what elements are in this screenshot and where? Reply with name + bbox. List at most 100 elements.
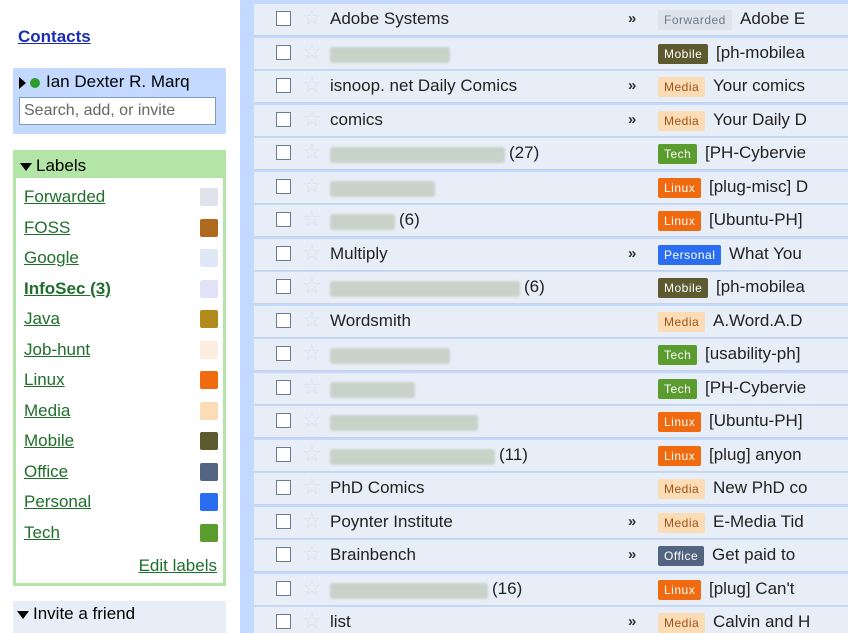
edit-labels-link[interactable]: Edit labels (139, 556, 217, 576)
label-color-swatch[interactable] (200, 249, 218, 267)
star-icon[interactable]: ☆ (302, 206, 322, 232)
message-checkbox[interactable] (276, 11, 291, 26)
label-color-swatch[interactable] (200, 432, 218, 450)
label-color-swatch[interactable] (200, 340, 218, 359)
label-item[interactable]: Mobile (24, 429, 220, 453)
star-icon[interactable]: ☆ (302, 307, 322, 333)
star-icon[interactable]: ☆ (302, 508, 322, 534)
label-item[interactable]: FOSS (24, 216, 220, 240)
star-icon[interactable]: ☆ (302, 240, 322, 266)
star-icon[interactable]: ☆ (302, 106, 322, 132)
message-checkbox[interactable] (276, 580, 291, 596)
label-badge[interactable]: Media (658, 311, 706, 332)
message-checkbox[interactable] (276, 413, 291, 428)
label-badge[interactable]: Media (658, 512, 706, 533)
label-color-swatch[interactable] (200, 371, 218, 389)
label-item[interactable]: Forwarded (24, 185, 220, 209)
label-badge[interactable]: Personal (658, 244, 722, 265)
star-icon[interactable]: ☆ (302, 541, 322, 567)
label-badge[interactable]: Office (658, 546, 705, 566)
label-badge[interactable]: Linux (658, 211, 702, 231)
message-row[interactable]: ☆ Tech [PH-Cybervie (254, 372, 848, 405)
label-name[interactable]: Java (24, 309, 60, 328)
message-checkbox[interactable] (276, 379, 291, 395)
message-checkbox[interactable] (276, 145, 291, 160)
message-checkbox[interactable] (276, 312, 291, 328)
message-row[interactable]: ☆ Linux [Ubuntu-PH] (254, 406, 848, 438)
message-checkbox[interactable] (276, 547, 291, 562)
message-row[interactable]: ☆ Linux [plug-misc] D (254, 171, 848, 204)
message-checkbox[interactable] (276, 614, 291, 629)
star-icon[interactable]: ☆ (302, 575, 322, 601)
label-badge[interactable]: Linux (658, 177, 702, 198)
label-color-swatch[interactable] (200, 279, 218, 298)
current-user-row[interactable]: Ian Dexter R. Marq (19, 72, 224, 94)
label-color-swatch[interactable] (200, 188, 218, 206)
star-icon[interactable]: ☆ (302, 441, 322, 467)
message-row[interactable]: ☆ Poynter Institute » Media E-Media Tid (254, 506, 848, 539)
message-row[interactable]: ☆ Tech [usability-ph] (254, 339, 848, 371)
label-color-swatch[interactable] (200, 310, 218, 328)
star-icon[interactable]: ☆ (302, 139, 322, 165)
message-row[interactable]: ☆ Brainbench » Office Get paid to (254, 540, 848, 572)
collapse-triangle-icon[interactable] (17, 610, 29, 619)
invite-header[interactable]: Invite a friend (17, 604, 135, 624)
label-name[interactable]: Mobile (24, 431, 74, 450)
star-icon[interactable]: ☆ (302, 173, 322, 199)
label-badge[interactable]: Tech (658, 378, 698, 399)
label-name[interactable]: Tech (24, 523, 60, 542)
message-checkbox[interactable] (276, 44, 291, 60)
star-icon[interactable]: ☆ (302, 39, 322, 65)
message-checkbox[interactable] (276, 245, 291, 261)
message-checkbox[interactable] (276, 212, 291, 227)
message-checkbox[interactable] (276, 111, 291, 127)
expand-triangle-icon[interactable] (19, 76, 26, 89)
label-badge[interactable]: Mobile (658, 278, 709, 298)
label-name[interactable]: Office (24, 462, 68, 481)
label-name[interactable]: Forwarded (24, 187, 105, 206)
message-row[interactable]: ☆ (11) Linux [plug] anyon (254, 439, 848, 472)
label-item[interactable]: Tech (24, 521, 220, 545)
label-badge[interactable]: Forwarded (658, 10, 732, 30)
label-name[interactable]: InfoSec (3) (24, 279, 111, 298)
message-checkbox[interactable] (276, 78, 291, 93)
message-row[interactable]: ☆ Mobile [ph-mobilea (254, 37, 848, 70)
star-icon[interactable]: ☆ (302, 340, 322, 366)
message-row[interactable]: ☆ (27) Tech [PH-Cybervie (254, 138, 848, 170)
message-row[interactable]: ☆ comics » Media Your Daily D (254, 104, 848, 137)
label-item[interactable]: Google (24, 246, 220, 270)
label-name[interactable]: Media (24, 401, 70, 420)
label-item[interactable]: Job-hunt (24, 338, 220, 362)
label-badge[interactable]: Media (658, 77, 706, 97)
message-row[interactable]: ☆ (6) Linux [Ubuntu-PH] (254, 205, 848, 237)
label-badge[interactable]: Tech (658, 144, 698, 164)
label-item[interactable]: Media (24, 399, 220, 423)
label-item[interactable]: Office (24, 460, 220, 484)
label-badge[interactable]: Tech (658, 345, 698, 365)
label-badge[interactable]: Linux (658, 412, 702, 432)
label-badge[interactable]: Mobile (658, 43, 709, 64)
star-icon[interactable]: ☆ (302, 407, 322, 433)
message-row[interactable]: ☆ PhD Comics Media New PhD co (254, 473, 848, 505)
label-badge[interactable]: Media (658, 110, 706, 131)
star-icon[interactable]: ☆ (302, 5, 322, 31)
message-checkbox[interactable] (276, 178, 291, 194)
label-name[interactable]: Job-hunt (24, 340, 90, 359)
label-color-swatch[interactable] (200, 401, 218, 420)
message-checkbox[interactable] (276, 480, 291, 495)
message-row[interactable]: ☆ Multiply » Personal What You (254, 238, 848, 271)
message-checkbox[interactable] (276, 279, 291, 294)
star-icon[interactable]: ☆ (302, 474, 322, 500)
message-row[interactable]: ☆ isnoop. net Daily Comics » Media Your comi… (254, 71, 848, 103)
label-item[interactable]: Personal (24, 490, 220, 514)
collapse-triangle-icon[interactable] (20, 162, 32, 171)
label-item[interactable]: Linux (24, 368, 220, 392)
label-name[interactable]: FOSS (24, 218, 70, 237)
message-row[interactable]: ☆ (16) Linux [plug] Can't (254, 573, 848, 606)
message-checkbox[interactable] (276, 346, 291, 361)
label-badge[interactable]: Media (658, 479, 706, 499)
message-row[interactable]: ☆ Wordsmith Media A.Word.A.D (254, 305, 848, 338)
label-name[interactable]: Personal (24, 492, 91, 511)
message-row[interactable]: ☆ list » Media Calvin and H (254, 607, 848, 633)
message-checkbox[interactable] (276, 513, 291, 529)
